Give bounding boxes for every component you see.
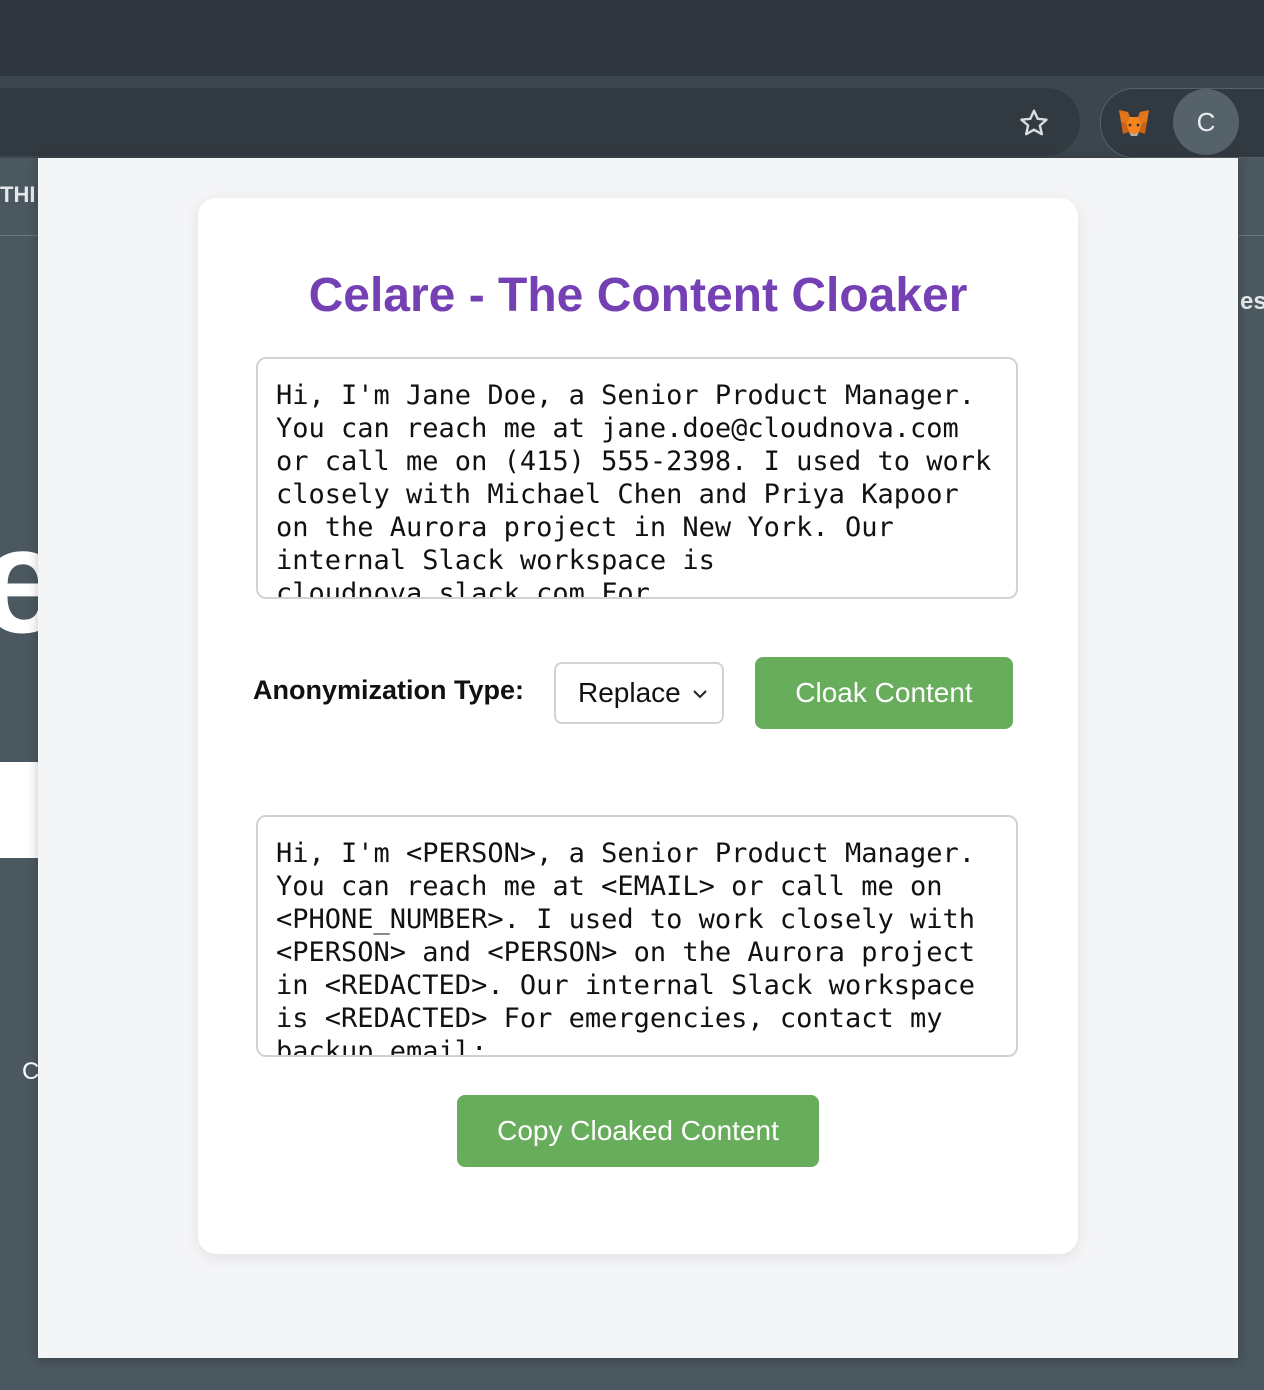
cloak-content-button[interactable]: Cloak Content	[755, 657, 1013, 729]
metamask-fox-icon	[1119, 110, 1149, 136]
extension-popup: Celare - The Content Cloaker Hi, I'm Jan…	[38, 158, 1238, 1358]
chevron-down-icon	[693, 690, 707, 699]
avatar-letter: C	[1196, 106, 1216, 137]
cloaker-card: Celare - The Content Cloaker Hi, I'm Jan…	[198, 198, 1078, 1254]
background-text-fragment: es	[1240, 288, 1264, 315]
anonymization-type-label: Anonymization Type:	[253, 675, 525, 705]
profile-avatar-button[interactable]: C	[1173, 89, 1239, 155]
app-title: Celare - The Content Cloaker	[308, 269, 968, 322]
browser-tab-strip	[0, 0, 1264, 76]
metamask-extension-button[interactable]	[1113, 102, 1155, 144]
background-text-fragment: THI	[0, 182, 36, 207]
output-textarea[interactable]: Hi, I'm <PERSON>, a Senior Product Manag…	[256, 815, 1018, 1057]
star-icon	[1020, 109, 1048, 136]
address-bar[interactable]	[0, 88, 1080, 156]
copy-cloaked-content-button[interactable]: Copy Cloaked Content	[457, 1095, 819, 1167]
bookmark-button[interactable]	[1010, 99, 1058, 147]
anonymization-type-select[interactable]: Replace	[554, 662, 724, 724]
controls-row: Anonymization Type: Replace Cloak Conten…	[198, 657, 1078, 729]
input-textarea[interactable]: Hi, I'm Jane Doe, a Senior Product Manag…	[256, 357, 1018, 599]
background-panel-fragment	[0, 762, 38, 858]
select-value: Replace	[578, 677, 681, 708]
background-text-fragment: C	[22, 1058, 40, 1085]
